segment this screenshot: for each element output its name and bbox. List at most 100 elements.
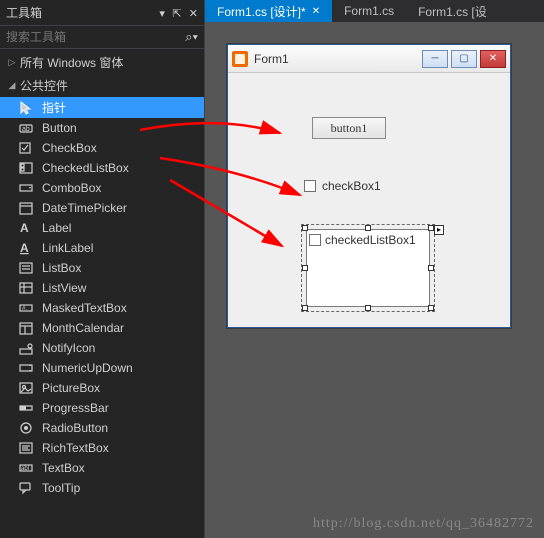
toolbox-category[interactable]: ▷所有 Windows 窗体 (0, 51, 204, 74)
toolbox-category[interactable]: ◢公共控件 (0, 74, 204, 97)
tooltip-icon (18, 480, 34, 496)
toolbox-item-label[interactable]: ALabel (0, 218, 204, 238)
resize-handle[interactable] (428, 265, 434, 271)
toolbox-item-label: LinkLabel (42, 241, 93, 255)
toolbox-search: ⌕▾ (0, 26, 204, 49)
toolbox-item-radiobutton[interactable]: RadioButton (0, 418, 204, 438)
notifyicon-icon (18, 340, 34, 356)
toolbox-item-label: MonthCalendar (42, 321, 124, 335)
document-tab[interactable]: Form1.cs [设计]* ✕ (205, 0, 332, 23)
checkbox-label: checkBox1 (322, 179, 381, 193)
designer-button[interactable]: button1 (312, 117, 386, 139)
svg-text:A: A (20, 241, 29, 255)
radiobutton-icon (18, 420, 34, 436)
toolbox-item-monthcalendar[interactable]: MonthCalendar (0, 318, 204, 338)
toolbox-item-checkbox[interactable]: CheckBox (0, 138, 204, 158)
tab-label: Form1.cs (344, 4, 394, 18)
close-button[interactable]: ✕ (480, 50, 506, 68)
toolbox-item-notifyicon[interactable]: NotifyIcon (0, 338, 204, 358)
designer-checkbox[interactable]: checkBox1 (304, 179, 381, 193)
toolbox-item-tooltip[interactable]: ToolTip (0, 478, 204, 498)
designer-area: Form1.cs [设计]* ✕ Form1.cs Form1.cs [设 Form1… (205, 0, 544, 538)
form-window[interactable]: Form1 ─ ▢ ✕ button1 checkBox1 (227, 44, 511, 328)
form-title: Form1 (254, 52, 422, 66)
toolbox-item-datetimepicker[interactable]: DateTimePicker (0, 198, 204, 218)
toolbox-item-label: ComboBox (42, 181, 101, 195)
maskedtextbox-icon: #. (18, 300, 34, 316)
toolbox-item-button[interactable]: ab Button (0, 118, 204, 138)
toolbox-item-richtextbox[interactable]: RichTextBox (0, 438, 204, 458)
toolbox-item-progressbar[interactable]: ProgressBar (0, 398, 204, 418)
svg-text:abl: abl (21, 466, 29, 472)
toolbox-item-checkedlistbox[interactable]: CheckedListBox (0, 158, 204, 178)
toolbox-item-label: ListView (42, 281, 86, 295)
toolbox-tree: ▷所有 Windows 窗体◢公共控件指针 ab Button CheckBox Che… (0, 49, 204, 538)
listview-icon (18, 280, 34, 296)
toolbox-header: 工具箱 ▾ ⇱ ✕ (0, 0, 204, 26)
minimize-button[interactable]: ─ (422, 50, 448, 68)
document-tab[interactable]: Form1.cs [设 (406, 0, 499, 23)
resize-handle[interactable] (302, 225, 308, 231)
checkedlistbox-icon (18, 160, 34, 176)
form-titlebar: Form1 ─ ▢ ✕ (228, 45, 510, 73)
dropdown-icon[interactable]: ▾ (159, 8, 165, 20)
picturebox-icon (18, 380, 34, 396)
resize-handle[interactable] (302, 305, 308, 311)
tab-close-icon[interactable]: ✕ (312, 6, 320, 17)
tab-label: Form1.cs [设计]* (217, 3, 306, 20)
designer-checkedlistbox-wrap[interactable]: checkedListBox1 ▸ (306, 229, 430, 307)
combobox-icon (18, 180, 34, 196)
clb-item-label: checkedListBox1 (325, 232, 416, 248)
svg-text:ab: ab (22, 126, 30, 133)
toolbox-item-linklabel[interactable]: A LinkLabel (0, 238, 204, 258)
toolbox-item-label: RichTextBox (42, 441, 109, 455)
close-icon[interactable]: ✕ (189, 8, 198, 20)
toolbox-item-label: CheckedListBox (42, 161, 129, 175)
category-label: 公共控件 (20, 77, 68, 94)
smart-tag-icon[interactable]: ▸ (434, 225, 444, 235)
toolbox-item-textbox[interactable]: ablTextBox (0, 458, 204, 478)
checkbox-box-icon (309, 234, 321, 246)
maximize-button[interactable]: ▢ (451, 50, 477, 68)
toolbox-item-listview[interactable]: ListView (0, 278, 204, 298)
toolbox-item-label: CheckBox (42, 141, 97, 155)
toolbox-item-label: MaskedTextBox (42, 301, 127, 315)
toolbox-item-combobox[interactable]: ComboBox (0, 178, 204, 198)
tab-bar: Form1.cs [设计]* ✕ Form1.cs Form1.cs [设 (205, 0, 544, 22)
listbox-icon (18, 260, 34, 276)
toolbox-item-picturebox[interactable]: PictureBox (0, 378, 204, 398)
richtextbox-icon (18, 440, 34, 456)
design-surface[interactable]: Form1 ─ ▢ ✕ button1 checkBox1 (205, 22, 544, 538)
document-tab[interactable]: Form1.cs (332, 1, 406, 21)
monthcalendar-icon (18, 320, 34, 336)
button-icon: ab (18, 120, 34, 136)
toolbox-item-numericupdown[interactable]: NumericUpDown (0, 358, 204, 378)
toolbox-item-label: PictureBox (42, 381, 100, 395)
datetimepicker-icon (18, 200, 34, 216)
tab-label: Form1.cs [设 (418, 3, 487, 20)
pointer-icon (18, 100, 34, 116)
toolbox-item-label: Button (42, 121, 77, 135)
resize-handle[interactable] (428, 305, 434, 311)
toolbox-item-label: DateTimePicker (42, 201, 127, 215)
toolbox-title: 工具箱 (6, 4, 155, 21)
resize-handle[interactable] (365, 225, 371, 231)
expand-arrow-icon: ▷ (6, 57, 18, 68)
form-client-area[interactable]: button1 checkBox1 checkedListBox1 (228, 73, 510, 327)
linklabel-icon: A (18, 240, 34, 256)
svg-text:#.: #. (22, 306, 27, 312)
toolbox-item-listbox[interactable]: ListBox (0, 258, 204, 278)
checkbox-icon (18, 140, 34, 156)
designer-checkedlistbox[interactable]: checkedListBox1 (306, 229, 430, 307)
label-icon: A (18, 220, 34, 236)
pin-icon[interactable]: ⇱ (172, 8, 181, 20)
toolbox-item-maskedtextbox[interactable]: #. MaskedTextBox (0, 298, 204, 318)
svg-text:A: A (20, 221, 29, 235)
search-input[interactable] (6, 30, 185, 44)
search-icon[interactable]: ⌕▾ (185, 29, 198, 45)
textbox-icon: abl (18, 460, 34, 476)
progressbar-icon (18, 400, 34, 416)
toolbox-item-指针[interactable]: 指针 (0, 97, 204, 118)
resize-handle[interactable] (365, 305, 371, 311)
resize-handle[interactable] (302, 265, 308, 271)
